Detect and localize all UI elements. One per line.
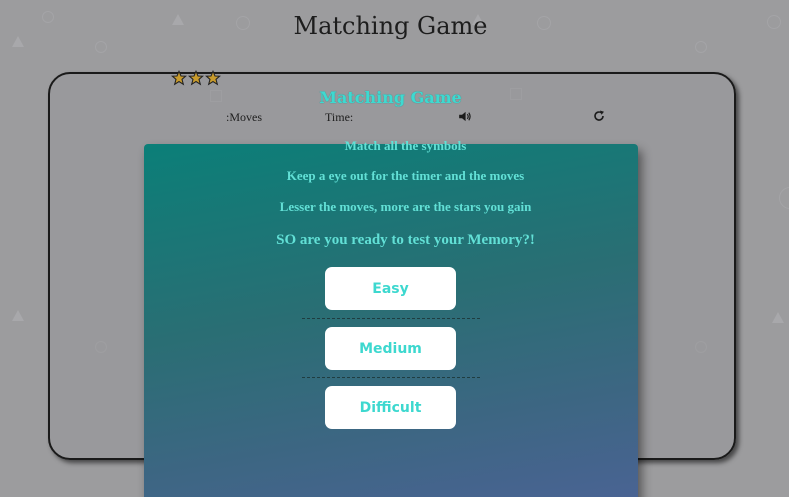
timer-label: Time:: [325, 110, 354, 124]
medium-button[interactable]: Medium: [325, 327, 456, 370]
star-icon: [171, 70, 187, 86]
intro-line-match: Match all the symbols: [344, 138, 467, 153]
intro-line-stars: Lesser the moves, more are the stars you…: [279, 199, 532, 214]
restart-icon[interactable]: [593, 110, 605, 122]
star-icon: [188, 70, 204, 86]
star-rating: [171, 70, 221, 86]
background-triangle-decoration: [12, 310, 24, 321]
intro-line-ready: SO are you ready to test your Memory?!: [276, 232, 535, 248]
background-circle-decoration: [95, 41, 107, 53]
divider: [302, 318, 480, 319]
easy-button[interactable]: Easy: [325, 267, 456, 310]
difficulty-modal: [144, 144, 638, 497]
speaker-icon[interactable]: [458, 110, 472, 123]
background-circle-decoration: [695, 41, 707, 53]
game-page: Matching Game Matching Game :Moves Time:…: [0, 0, 789, 497]
difficult-button[interactable]: Difficult: [325, 386, 456, 429]
board-title: Matching Game: [319, 88, 462, 107]
divider: [302, 377, 480, 378]
star-icon: [205, 70, 221, 86]
intro-line-timer: Keep a eye out for the timer and the mov…: [286, 168, 525, 183]
page-title: Matching Game: [293, 12, 488, 40]
moves-counter: :Moves: [226, 110, 262, 124]
background-triangle-decoration: [772, 312, 784, 323]
